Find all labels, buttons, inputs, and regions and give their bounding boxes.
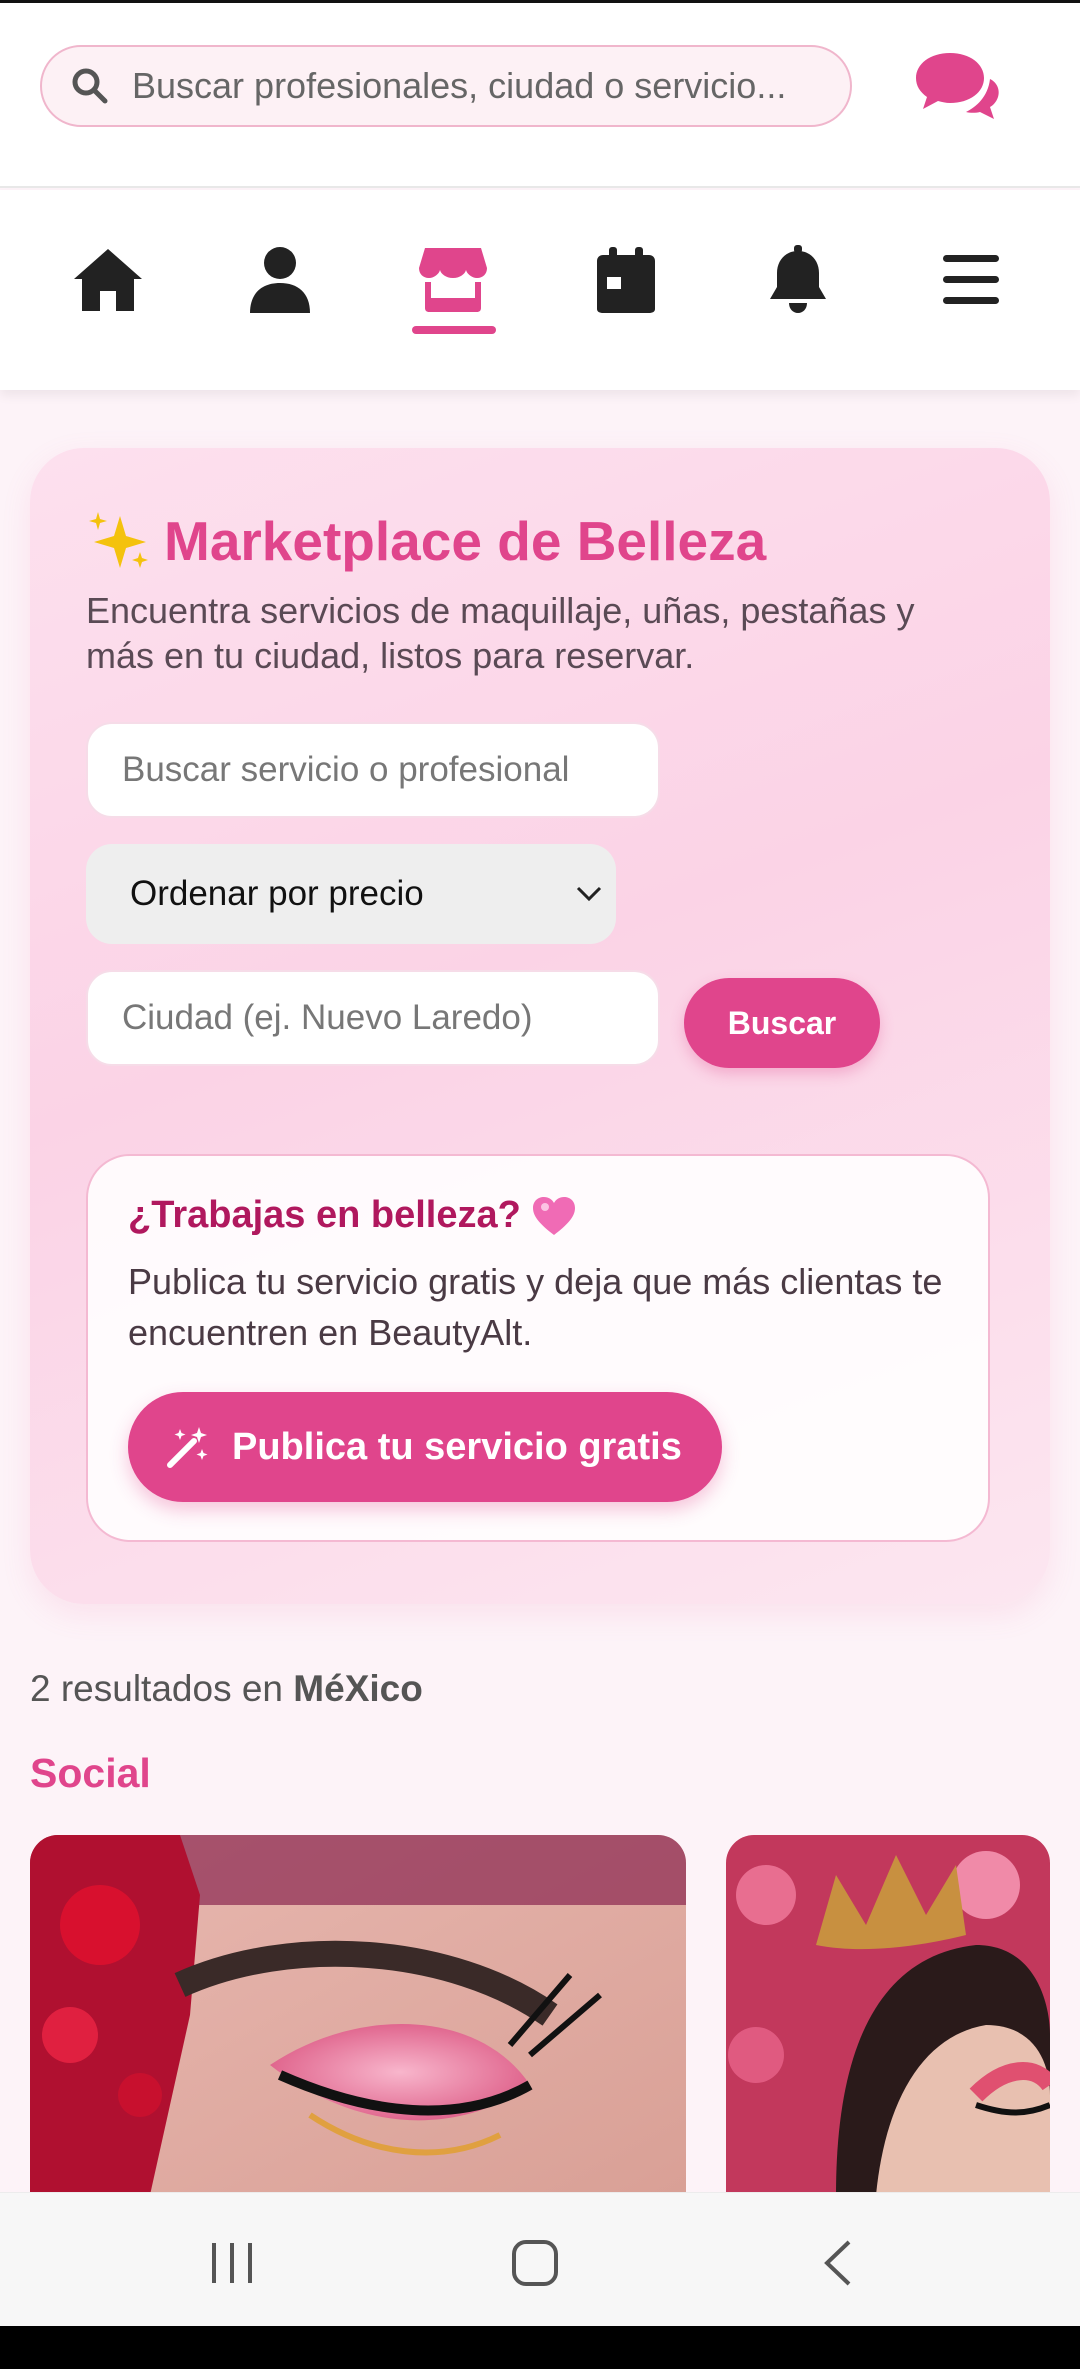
makeup-photo bbox=[30, 1835, 686, 2195]
magic-wand-icon bbox=[167, 1427, 208, 1468]
chevron-down-icon bbox=[576, 886, 602, 902]
nav-menu[interactable] bbox=[921, 230, 1021, 330]
promo-card: ¿Trabajas en belleza? Publica tu servici… bbox=[86, 1154, 990, 1542]
city-input[interactable]: Ciudad (ej. Nuevo Laredo) bbox=[86, 970, 660, 1066]
service-search-input[interactable]: Buscar servicio o profesional bbox=[86, 722, 660, 818]
result-card-photo[interactable] bbox=[30, 1835, 686, 2195]
search-icon bbox=[72, 68, 108, 104]
bell-icon bbox=[770, 245, 826, 313]
nav-active-indicator bbox=[412, 326, 496, 334]
hero-title: Marketplace de Belleza bbox=[86, 508, 766, 574]
home-icon bbox=[74, 249, 142, 311]
promo-title: ¿Trabajas en belleza? bbox=[128, 1194, 577, 1237]
search-button[interactable]: Buscar bbox=[684, 978, 880, 1068]
nav-calendar[interactable] bbox=[576, 230, 676, 330]
main-nav-bar bbox=[0, 190, 1080, 390]
chat-bubbles-icon[interactable] bbox=[912, 49, 1002, 125]
promo-title-text: ¿Trabajas en belleza? bbox=[128, 1194, 521, 1236]
menu-icon bbox=[943, 255, 999, 304]
nav-notifications[interactable] bbox=[748, 230, 848, 330]
sparkles-icon bbox=[89, 512, 148, 568]
makeup-photo bbox=[726, 1835, 1050, 2195]
result-card-photo[interactable] bbox=[726, 1835, 1050, 2195]
user-icon bbox=[250, 247, 310, 313]
results-count: 2 resultados en MéXico bbox=[30, 1668, 423, 1710]
app-header: Buscar profesionales, ciudad o servicio.… bbox=[0, 3, 1080, 188]
city-placeholder: Ciudad (ej. Nuevo Laredo) bbox=[122, 998, 533, 1037]
results-location: MéXico bbox=[293, 1668, 423, 1709]
category-heading: Social bbox=[30, 1750, 151, 1796]
publish-service-button[interactable]: Publica tu servicio gratis bbox=[128, 1392, 722, 1502]
back-chevron-icon bbox=[824, 2240, 851, 2286]
global-search-bar[interactable]: Buscar profesionales, ciudad o servicio.… bbox=[40, 45, 852, 127]
promo-text: Publica tu servicio gratis y deja que má… bbox=[128, 1261, 943, 1353]
screen-bottom-edge bbox=[0, 2326, 1080, 2369]
marketplace-hero-card: Marketplace de Belleza Encuentra servici… bbox=[30, 448, 1050, 1604]
nav-profile[interactable] bbox=[230, 230, 330, 330]
store-icon bbox=[419, 248, 487, 312]
service-search-placeholder: Buscar servicio o profesional bbox=[122, 750, 570, 789]
global-search-placeholder: Buscar profesionales, ciudad o servicio.… bbox=[132, 65, 787, 106]
nav-marketplace[interactable] bbox=[403, 230, 503, 330]
calendar-icon bbox=[597, 247, 655, 313]
back-button[interactable] bbox=[798, 2223, 878, 2303]
sort-selected-value: Ordenar por precio bbox=[130, 874, 424, 913]
recent-apps-icon bbox=[212, 2243, 252, 2283]
home-square-icon bbox=[512, 2240, 558, 2286]
home-button[interactable] bbox=[495, 2223, 575, 2303]
nav-home[interactable] bbox=[58, 230, 158, 330]
publish-service-label: Publica tu servicio gratis bbox=[232, 1425, 682, 1468]
hero-subtitle: Encuentra servicios de maquillaje, uñas,… bbox=[86, 590, 915, 676]
results-count-prefix: 2 resultados en bbox=[30, 1668, 284, 1709]
system-navigation-bar bbox=[0, 2192, 1080, 2326]
recent-apps-button[interactable] bbox=[192, 2223, 272, 2303]
sort-select[interactable]: Ordenar por precio bbox=[86, 844, 616, 944]
hero-title-text: Marketplace de Belleza bbox=[164, 510, 767, 572]
heart-icon bbox=[532, 1196, 575, 1235]
